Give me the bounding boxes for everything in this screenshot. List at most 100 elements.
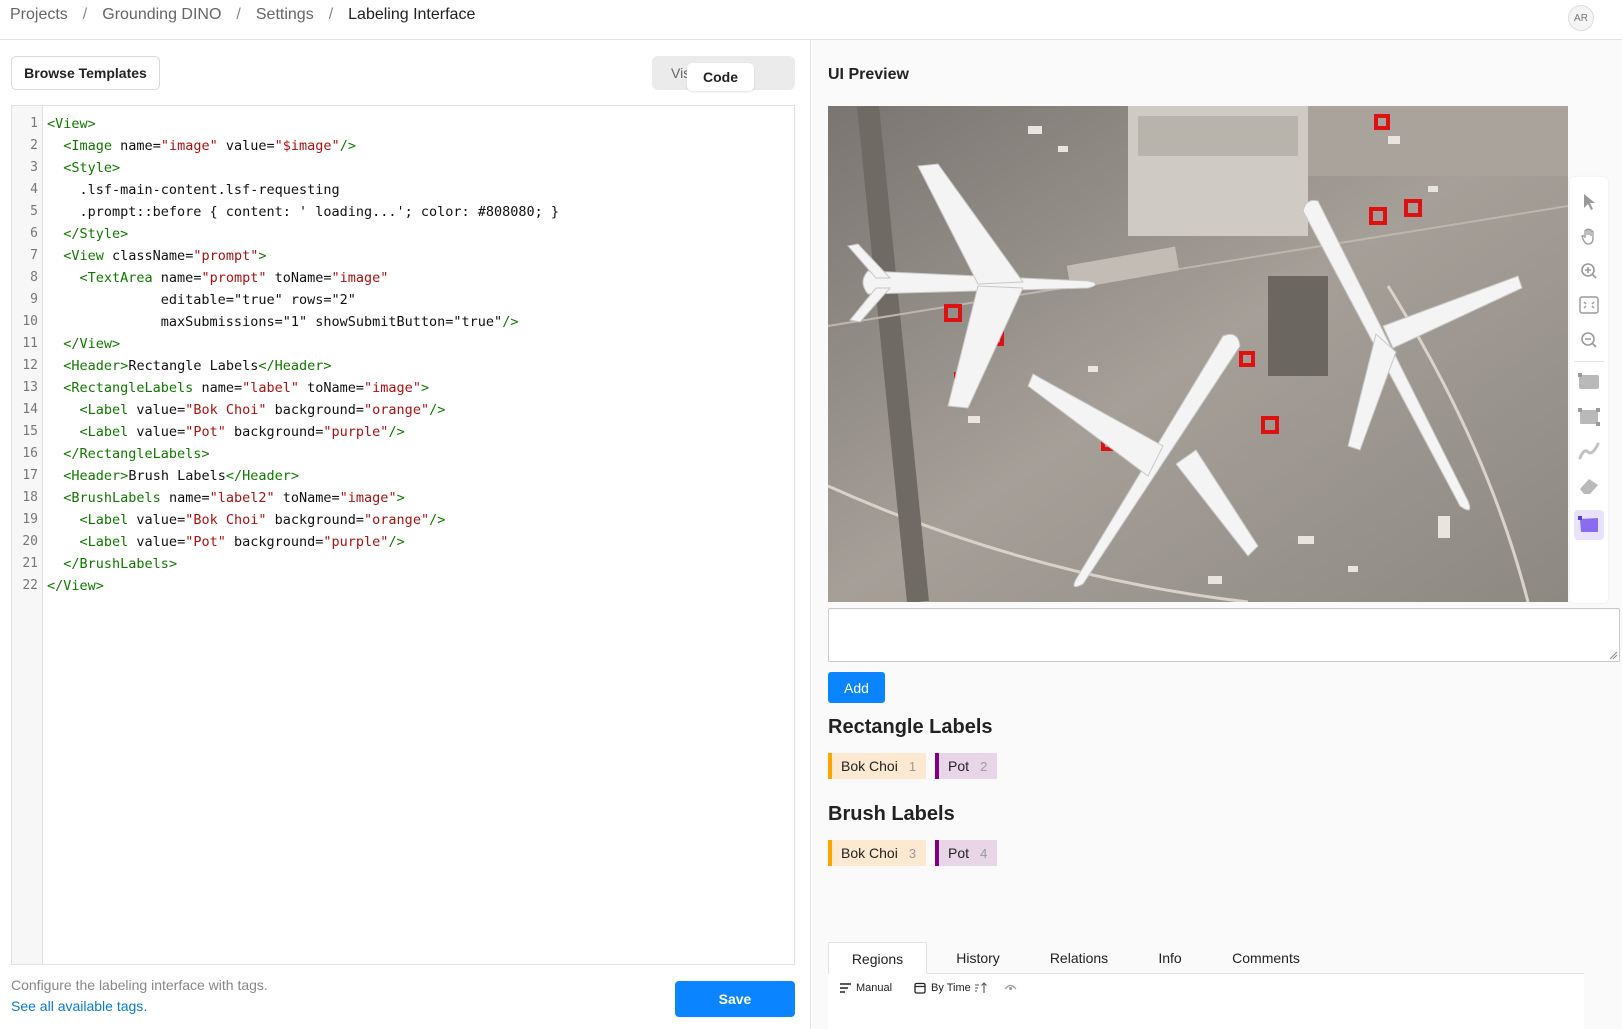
prompt-textarea[interactable] bbox=[828, 608, 1620, 662]
mode-toggle: Code Visual bbox=[652, 56, 795, 91]
preview-image[interactable] bbox=[828, 106, 1568, 602]
polygon-icon[interactable] bbox=[1574, 510, 1604, 540]
code-line[interactable]: <Style> bbox=[47, 157, 794, 179]
config-panel: Browse Templates Code Visual 12345678910… bbox=[0, 40, 811, 1029]
tab-comments[interactable]: Comments bbox=[1211, 942, 1321, 974]
code-line[interactable]: <Header>Brush Labels</Header> bbox=[47, 465, 794, 487]
save-button[interactable]: Save bbox=[675, 981, 795, 1017]
brush-labels-list: Bok Choi 3 Pot 4 bbox=[828, 840, 998, 866]
code-line[interactable]: </RectangleLabels> bbox=[47, 443, 794, 465]
code-line[interactable]: <Image name="image" value="$image"/> bbox=[47, 135, 794, 157]
avatar[interactable]: AR bbox=[1568, 5, 1594, 31]
code-line[interactable]: </Style> bbox=[47, 223, 794, 245]
code-line[interactable]: <Header>Rectangle Labels</Header> bbox=[47, 355, 794, 377]
zoom-in-icon[interactable] bbox=[1574, 256, 1604, 286]
line-number: 2 bbox=[30, 138, 38, 153]
breadcrumb-separator: / bbox=[82, 6, 88, 23]
line-number: 7 bbox=[30, 248, 38, 263]
label-text: Pot bbox=[948, 845, 970, 861]
line-number: 11 bbox=[22, 336, 38, 351]
code-line[interactable]: </View> bbox=[47, 333, 794, 355]
brush-icon[interactable] bbox=[1574, 436, 1604, 466]
code-line[interactable]: <RectangleLabels name="label" toName="im… bbox=[47, 377, 794, 399]
line-number: 6 bbox=[30, 226, 38, 241]
tab-history[interactable]: History bbox=[927, 942, 1029, 974]
mode-code-tab[interactable]: Code bbox=[687, 63, 754, 91]
eraser-icon[interactable] bbox=[1574, 471, 1604, 501]
tab-relations[interactable]: Relations bbox=[1029, 942, 1129, 974]
code-line[interactable]: </View> bbox=[47, 575, 794, 597]
toolbar-divider bbox=[1574, 361, 1604, 362]
line-number: 15 bbox=[22, 424, 38, 439]
see-all-tags-link[interactable]: See all available tags bbox=[11, 998, 143, 1014]
code-line[interactable]: <Label value="Pot" background="purple"/> bbox=[47, 421, 794, 443]
rectangle-3point-icon[interactable] bbox=[1574, 402, 1604, 432]
label-text: Pot bbox=[948, 758, 970, 774]
by-time-sort[interactable]: By Time bbox=[914, 982, 993, 994]
line-number: 22 bbox=[22, 578, 38, 593]
line-numbers: 1 2 3 4 5 6 7 8 9 10 11 12 13 14 15 16 17 18 19 20 21 22 bbox=[12, 106, 43, 964]
label-bok-choi[interactable]: Bok Choi 1 bbox=[828, 753, 927, 779]
breadcrumb-separator: / bbox=[236, 6, 241, 23]
label-text: Bok Choi bbox=[841, 758, 898, 774]
tab-info[interactable]: Info bbox=[1129, 942, 1211, 974]
code-line[interactable]: <Label value="Pot" background="purple"/> bbox=[47, 531, 794, 553]
sort-order-icon[interactable] bbox=[974, 982, 988, 994]
top-bar: Projects / Grounding DINO / Settings / L… bbox=[0, 0, 1622, 40]
breadcrumb-projects[interactable]: Projects bbox=[10, 6, 68, 24]
hand-pan-icon[interactable] bbox=[1574, 221, 1604, 251]
code-line[interactable]: <Label value="Bok Choi" background="oran… bbox=[47, 509, 794, 531]
label-hotkey: 4 bbox=[980, 845, 988, 861]
add-prompt-button[interactable]: Add bbox=[828, 672, 885, 703]
label-bok-choi[interactable]: Bok Choi 3 bbox=[828, 840, 927, 866]
manual-sort[interactable]: Manual bbox=[840, 982, 892, 994]
line-number: 8 bbox=[30, 270, 38, 285]
help-link-period: . bbox=[143, 998, 148, 1014]
label-hotkey: 1 bbox=[908, 758, 917, 774]
code-line[interactable]: .prompt::before { content: ' loading...'… bbox=[47, 201, 794, 223]
label-hotkey: 3 bbox=[908, 845, 917, 861]
label-pot[interactable]: Pot 2 bbox=[935, 753, 998, 779]
code-content[interactable]: <View> <Image name="image" value="$image… bbox=[47, 113, 794, 597]
pointer-icon[interactable] bbox=[1574, 187, 1604, 217]
code-line[interactable]: <Label value="Bok Choi" background="oran… bbox=[47, 399, 794, 421]
code-line[interactable]: <BrushLabels name="label2" toName="image… bbox=[47, 487, 794, 509]
line-number: 13 bbox=[22, 380, 38, 395]
breadcrumb-settings[interactable]: Settings bbox=[256, 6, 314, 24]
help-text: Configure the labeling interface with ta… bbox=[11, 977, 268, 993]
eye-icon bbox=[1004, 984, 1017, 990]
list-icon bbox=[840, 983, 851, 993]
calendar-icon bbox=[914, 982, 926, 994]
brush-labels-header: Brush Labels bbox=[828, 803, 955, 825]
breadcrumb: Projects / Grounding DINO / Settings / L… bbox=[10, 6, 475, 24]
breadcrumb-project[interactable]: Grounding DINO bbox=[102, 6, 221, 24]
preview-panel: UI Preview Add Rectangle Labels Bok Choi… bbox=[812, 40, 1622, 1029]
resize-handle-icon[interactable] bbox=[1609, 651, 1618, 660]
line-number: 17 bbox=[22, 468, 38, 483]
label-pot[interactable]: Pot 4 bbox=[935, 840, 998, 866]
fit-icon[interactable] bbox=[1574, 290, 1604, 320]
line-number: 1 bbox=[30, 116, 38, 131]
line-number: 16 bbox=[22, 446, 38, 461]
code-line[interactable]: <TextArea name="prompt" toName="image" bbox=[47, 267, 794, 289]
tab-regions[interactable]: Regions bbox=[828, 942, 927, 974]
code-line[interactable]: <View> bbox=[47, 113, 794, 135]
code-line[interactable]: maxSubmissions="1" showSubmitButton="tru… bbox=[47, 311, 794, 333]
code-line[interactable]: editable="true" rows="2" bbox=[47, 289, 794, 311]
line-number: 20 bbox=[22, 534, 38, 549]
browse-templates-button[interactable]: Browse Templates bbox=[11, 56, 160, 90]
code-line[interactable]: <View className="prompt"> bbox=[47, 245, 794, 267]
sidebar-tabs: Regions History Relations Info Comments bbox=[828, 942, 1584, 974]
zoom-out-icon[interactable] bbox=[1574, 325, 1604, 355]
line-number: 10 bbox=[22, 314, 38, 329]
visibility-toggle[interactable] bbox=[1004, 982, 1022, 992]
code-line[interactable]: </BrushLabels> bbox=[47, 553, 794, 575]
preview-title: UI Preview bbox=[828, 66, 909, 83]
by-time-label: By Time bbox=[931, 982, 971, 994]
breadcrumb-separator: / bbox=[328, 6, 334, 23]
code-line[interactable]: .lsf-main-content.lsf-requesting bbox=[47, 179, 794, 201]
line-number: 12 bbox=[22, 358, 38, 373]
line-number: 14 bbox=[22, 402, 38, 417]
code-editor[interactable]: 1 2 3 4 5 6 7 8 9 10 11 12 13 14 15 16 17 18 19 20 21 22 <Vie… bbox=[11, 105, 795, 965]
rectangle-icon[interactable] bbox=[1574, 367, 1604, 397]
